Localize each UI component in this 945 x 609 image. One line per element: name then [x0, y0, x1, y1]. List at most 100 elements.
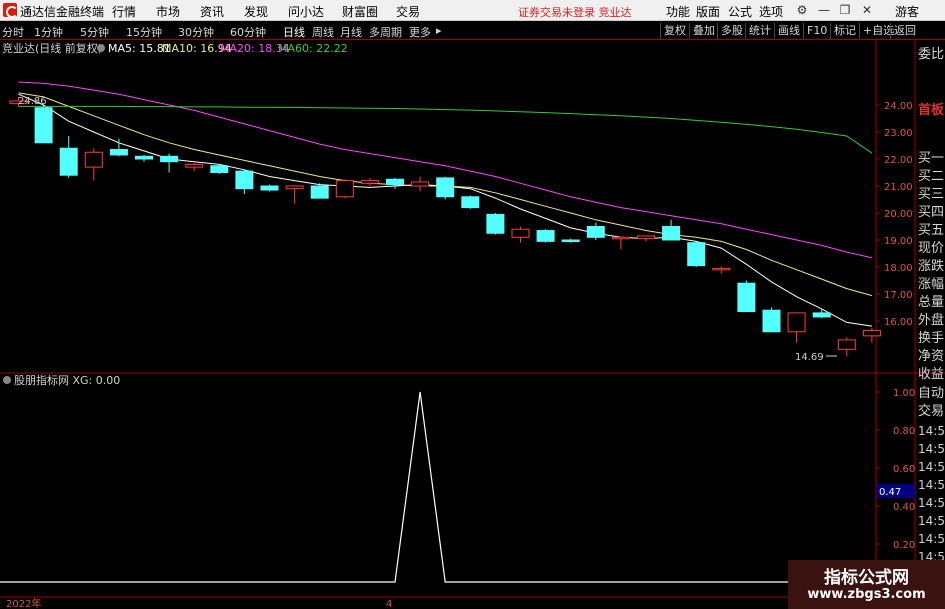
tool-diejia[interactable]: 叠加 [689, 23, 715, 39]
candle-body [611, 236, 630, 240]
watermark-url: www.zbgs3.com [807, 587, 926, 602]
candle-body [260, 185, 279, 191]
candle-body [235, 170, 254, 190]
indicator-settings-icon[interactable] [3, 376, 11, 384]
candle-body [160, 155, 179, 163]
candle-body [135, 155, 153, 160]
tick-time: 14:55 [918, 424, 945, 438]
tick-time: 14:56 [918, 496, 945, 510]
period-weekly[interactable]: 周线 [312, 24, 334, 40]
ma-line-ma20 [18, 81, 873, 259]
chart-area[interactable]: 竞业达(日线 前复权) MA5: 15.81 MA10: 16.94 MA20:… [0, 40, 945, 609]
period-monthly[interactable]: 月线 [340, 24, 362, 40]
candle-body [34, 107, 53, 144]
period-15min[interactable]: 15分钟 [126, 24, 162, 40]
candle-body [862, 329, 881, 337]
low-price-label: 14.69 [795, 352, 824, 363]
quote-weibi: 委比 [918, 47, 945, 62]
menu-zixun[interactable]: 资讯 [200, 3, 224, 20]
ma60-label: MA60: 22.22 [278, 42, 348, 55]
indicator-line-xg [0, 391, 876, 583]
candle-body [84, 151, 103, 168]
indicator-tick-label: 0.60 [893, 464, 915, 475]
tool-duogu[interactable]: 多股 [717, 23, 743, 39]
menu-banmian[interactable]: 版面 [696, 3, 720, 20]
guest-user[interactable]: 游客 [895, 3, 919, 20]
indicator-tick-label: 0.20 [893, 540, 915, 551]
candle-body [687, 242, 706, 267]
quote-jiaoyi[interactable]: 交易 [918, 403, 944, 421]
price-tick-label: 23.00 [884, 128, 913, 139]
menu-xuanxiang[interactable]: 选项 [759, 3, 783, 20]
period-30min[interactable]: 30分钟 [178, 24, 214, 40]
menu-jiaoyi[interactable]: 交易 [396, 3, 420, 20]
candle-body [586, 226, 605, 238]
candle-body [712, 267, 731, 271]
menu-wenxiaoda[interactable]: 问小达 [288, 3, 324, 20]
tool-add-watchlist[interactable]: +自选 [859, 23, 894, 39]
menu-hangqing[interactable]: 行情 [112, 3, 136, 20]
tool-huaxian[interactable]: 画线 [774, 23, 800, 39]
candle-body [737, 282, 756, 313]
price-tick-label: 20.00 [884, 209, 913, 220]
tick-time: 14:56 [918, 478, 945, 492]
menu-gongshi[interactable]: 公式 [728, 3, 752, 20]
price-tick-label: 21.00 [884, 182, 913, 193]
tool-biaoji[interactable]: 标记 [830, 23, 856, 39]
menu-caifuquan[interactable]: 财富圈 [342, 3, 378, 20]
restore-icon[interactable]: ❐ [837, 2, 853, 18]
x-label-year: 2022年 [6, 597, 41, 609]
candle-body [411, 181, 430, 187]
period-more[interactable]: 更多 [409, 24, 431, 40]
candle-body [59, 147, 78, 176]
candle-body [461, 196, 480, 209]
price-tick-label: 16.00 [884, 317, 913, 328]
indicator-tick-label: 1.00 [893, 388, 915, 399]
main-chart-header: 竞业达(日线 前复权) [2, 41, 102, 55]
candle-body [185, 163, 204, 168]
period-fenshi[interactable]: 分时 [2, 24, 24, 40]
price-tick-label: 24.00 [884, 101, 913, 112]
candle-body [511, 228, 530, 238]
period-daily[interactable]: 日线 [283, 24, 305, 40]
candle-body [561, 239, 580, 242]
tool-fuquan[interactable]: 复权 [660, 23, 686, 39]
quote-jingzi: 净资 [918, 349, 945, 364]
quote-zhangfu: 涨幅 [918, 277, 945, 292]
candle-body [536, 230, 555, 242]
period-5min[interactable]: 5分钟 [80, 24, 109, 40]
period-1min[interactable]: 1分钟 [34, 24, 63, 40]
quote-shouban: 首板 [918, 103, 945, 118]
more-arrow-icon[interactable]: ▸ [436, 24, 442, 37]
quote-zidong[interactable]: 自动 [918, 385, 944, 403]
chart-canvas[interactable]: 竞业达(日线 前复权) MA5: 15.81 MA10: 16.94 MA20:… [0, 40, 945, 609]
quote-buy3: 买三 [918, 187, 945, 202]
watermark-title: 指标公式网 [824, 568, 909, 588]
tool-tongji[interactable]: 统计 [745, 23, 771, 39]
tool-back[interactable]: 返回 [890, 23, 916, 39]
quote-xianjia: 现价 [918, 241, 945, 256]
price-tick-label: 18.00 [884, 263, 913, 274]
period-60min[interactable]: 60分钟 [230, 24, 266, 40]
menu-faxian[interactable]: 发现 [244, 3, 268, 20]
menu-gongneng[interactable]: 功能 [666, 3, 690, 20]
quote-buy5: 买五 [918, 223, 945, 238]
price-tick-label: 17.00 [884, 290, 913, 301]
menu-shichang[interactable]: 市场 [156, 3, 180, 20]
price-tick-label: 19.00 [884, 236, 913, 247]
minimize-icon[interactable]: — [816, 2, 832, 18]
candle-body [436, 177, 455, 198]
candle-body [285, 185, 304, 190]
close-icon[interactable]: ✕ [859, 2, 875, 18]
settings-gear-icon[interactable]: ⚙ [794, 2, 810, 18]
quote-waipan: 外盘 [918, 313, 945, 328]
quote-buy4: 买四 [918, 205, 945, 220]
quote-huanshou: 换手 [918, 331, 945, 346]
period-multi[interactable]: 多周期 [369, 24, 402, 40]
indicator-current-value: 0.47 [879, 487, 901, 498]
login-status[interactable]: 证券交易未登录 竞业达 [518, 4, 632, 20]
indicator-tick-label: 0.80 [893, 426, 915, 437]
candle-body [837, 339, 856, 350]
tool-f10[interactable]: F10 [803, 23, 827, 39]
ma-settings-icon[interactable] [97, 44, 105, 52]
